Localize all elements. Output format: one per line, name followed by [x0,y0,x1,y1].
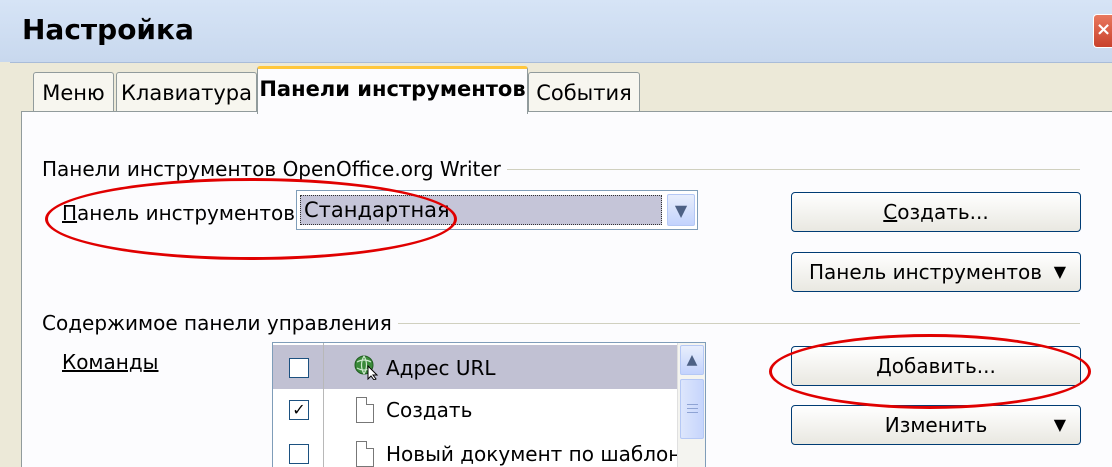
list-item-label: Адрес URL [386,356,496,380]
commands-list[interactable]: Адрес URL ✓ Создать Новый документ по ша… [272,342,706,467]
add-button-label: Добавить... [876,354,996,378]
toolbar-select[interactable]: Стандартная ▼ [296,190,698,230]
modify-button-label: Изменить [884,413,988,437]
list-item[interactable]: ✓ Создать [273,389,677,433]
dialog-frame [0,62,10,467]
group-separator [386,323,1080,324]
toolbar-label-text: анель инструментов [77,201,296,225]
column-separator [323,343,324,467]
modify-button[interactable]: Изменить ▼ [791,405,1081,445]
globe-icon [354,355,379,380]
document-icon [356,397,374,423]
create-button[interactable]: Создать... [791,192,1081,232]
chevron-down-icon[interactable]: ▼ [667,194,695,226]
toolbar-menu-button-label: Панель инструментов [809,260,1042,284]
dropdown-arrow-icon: ▼ [1053,415,1066,434]
list-item-label: Создать [386,398,473,422]
add-button[interactable]: Добавить... [791,346,1081,386]
commands-label: Команды [62,350,159,374]
tab-keyboard[interactable]: Клавиатура [116,72,257,112]
checkbox[interactable]: ✓ [289,400,309,420]
toolbar-menu-button[interactable]: Панель инструментов ▼ [791,252,1081,292]
scroll-up-icon[interactable]: ▲ [680,345,704,375]
document-icon [356,441,374,467]
group-separator [492,169,1080,170]
toolbars-group-title: Панели инструментов OpenOffice.org Write… [42,157,507,181]
tab-events[interactable]: События [528,72,640,112]
checkbox[interactable] [289,444,309,464]
scroll-thumb[interactable] [680,379,704,439]
window-title: Настройка [22,13,194,46]
vertical-scrollbar[interactable]: ▲ [677,343,705,467]
toolbar-label: Панель инструментов [62,201,296,225]
list-item[interactable]: Новый документ по шаблону [273,433,693,467]
tab-toolbars[interactable]: Панели инструментов [257,66,528,114]
checkbox[interactable] [289,358,309,378]
list-item-label: Новый документ по шаблону [386,442,694,466]
close-icon[interactable]: × [1093,14,1112,48]
title-bar: Настройка × [0,0,1112,63]
toolbar-select-value: Стандартная [300,195,662,225]
create-button-label: Создать... [883,200,989,224]
list-item[interactable]: Адрес URL [273,345,677,389]
dropdown-arrow-icon: ▼ [1053,262,1066,281]
tab-menu[interactable]: Меню [33,72,114,112]
contents-group-title: Содержимое панели управления [42,311,398,335]
